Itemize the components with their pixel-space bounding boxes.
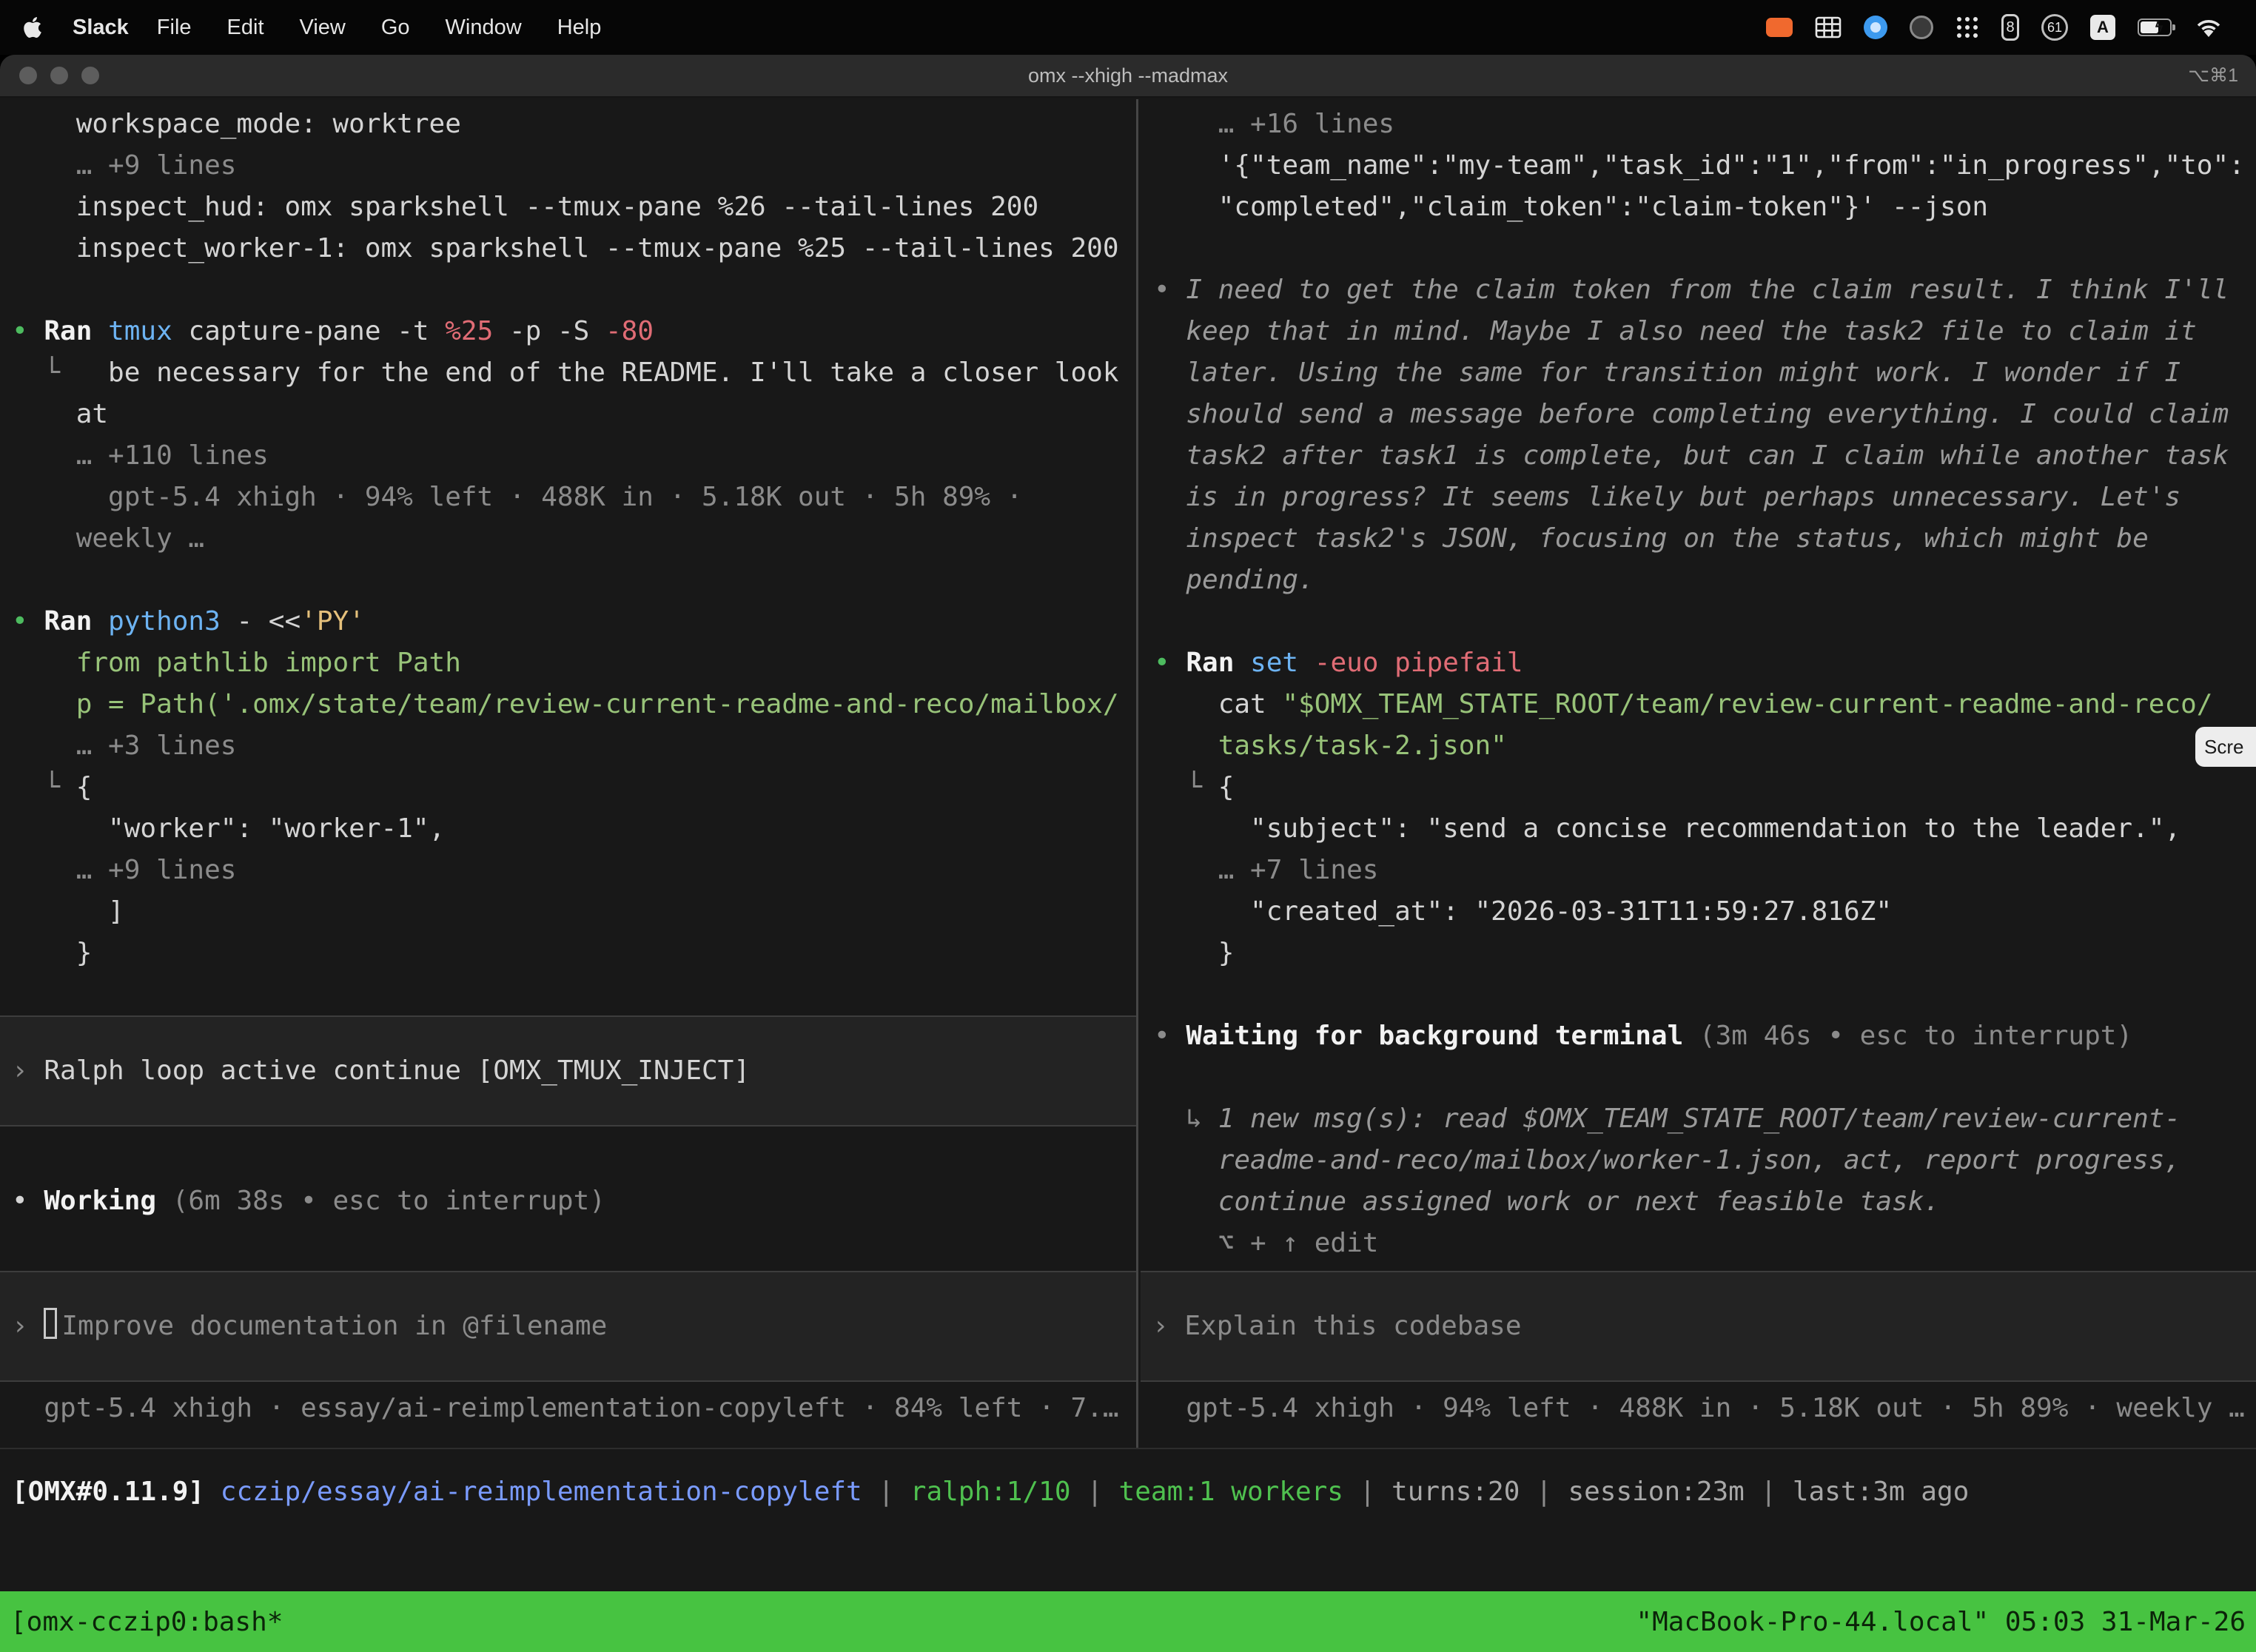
menu-window[interactable]: Window bbox=[428, 16, 540, 40]
left-composer-input[interactable]: › Improve documentation in @filename bbox=[12, 1306, 607, 1347]
left-queued-message: › Ralph loop active continue [OMX_TMUX_I… bbox=[12, 1050, 750, 1092]
apple-icon bbox=[22, 16, 43, 39]
keyboard-input-icon[interactable]: A bbox=[2090, 15, 2115, 40]
right-status-footer: gpt-5.4 xhigh · 94% left · 488K in · 5.1… bbox=[1154, 1388, 2245, 1429]
right-composer-box[interactable]: › Explain this codebase bbox=[1141, 1271, 2256, 1382]
menu-help[interactable]: Help bbox=[540, 16, 620, 40]
menu-go[interactable]: Go bbox=[363, 16, 428, 40]
right-composer-input[interactable]: › Explain this codebase bbox=[1152, 1306, 1522, 1347]
screen-overlay-tooltip: Scre bbox=[2195, 727, 2256, 767]
wifi-icon[interactable] bbox=[2194, 16, 2223, 38]
minimize-button[interactable] bbox=[50, 67, 68, 84]
blue-app-icon[interactable] bbox=[1864, 16, 1887, 39]
charging-bolt-icon: ϟ bbox=[2155, 19, 2163, 36]
right-pane-scrollback: … +16 lines '{"team_name":"my-team","tas… bbox=[1154, 104, 2245, 974]
right-queued-message: ↳ 1 new msg(s): read $OMX_TEAM_STATE_ROO… bbox=[1154, 1098, 2181, 1264]
left-composer-box[interactable]: › Improve documentation in @filename bbox=[0, 1271, 1136, 1382]
screen-recording-indicator[interactable] bbox=[1766, 18, 1793, 37]
right-waiting-status: • Waiting for background terminal (3m 46… bbox=[1154, 1015, 2132, 1057]
app-menu-slack[interactable]: Slack bbox=[73, 16, 129, 40]
battery-percentage-badge[interactable]: 61 bbox=[2041, 14, 2068, 41]
traffic-lights bbox=[19, 67, 99, 84]
battery-icon[interactable]: ϟ bbox=[2138, 19, 2172, 36]
omx-status-line: [OMX#0.11.9] cczip/essay/ai-reimplementa… bbox=[12, 1471, 1969, 1513]
left-queued-message-box: › Ralph loop active continue [OMX_TMUX_I… bbox=[0, 1015, 1136, 1126]
dots-grid-icon[interactable] bbox=[1955, 16, 1979, 39]
dark-app-icon[interactable] bbox=[1910, 16, 1933, 39]
window-shortcut-badge: ⌥⌘1 bbox=[2188, 64, 2238, 87]
menu-bar: Slack File Edit View Go Window Help 8 61… bbox=[0, 0, 2256, 55]
menu-file[interactable]: File bbox=[139, 16, 209, 40]
screen-overlay-text: Scre bbox=[2204, 736, 2243, 759]
left-status-footer: gpt-5.4 xhigh · essay/ai-reimplementatio… bbox=[12, 1388, 1119, 1429]
battery-tip bbox=[2172, 24, 2175, 30]
keyboard-input-label: A bbox=[2097, 18, 2109, 37]
table-grid-icon[interactable] bbox=[1815, 16, 1842, 38]
tmux-session-window: [omx-cczip0:bash* bbox=[10, 1607, 283, 1637]
window-titlebar[interactable]: omx --xhigh --madmax ⌥⌘1 bbox=[0, 55, 2256, 98]
battery-percentage-label: 61 bbox=[2047, 20, 2062, 36]
window-title: omx --xhigh --madmax bbox=[0, 64, 2256, 87]
phone-badge: 8 bbox=[2006, 19, 2014, 36]
close-button[interactable] bbox=[19, 67, 37, 84]
terminal-window: omx --xhigh --madmax ⌥⌘1 workspace_mode:… bbox=[0, 55, 2256, 1652]
left-working-status: • Working (6m 38s • esc to interrupt) bbox=[12, 1181, 605, 1222]
tmux-host-clock: "MacBook-Pro-44.local" 05:03 31-Mar-26 bbox=[1636, 1607, 2246, 1637]
tmux-status-bar: [omx-cczip0:bash* "MacBook-Pro-44.local"… bbox=[0, 1591, 2256, 1652]
phone-icon[interactable]: 8 bbox=[2001, 14, 2019, 41]
tmux-pane-right[interactable]: … +16 lines '{"team_name":"my-team","tas… bbox=[1141, 99, 2256, 1448]
terminal-content: workspace_mode: worktree … +9 lines insp… bbox=[0, 99, 2256, 1652]
menubar-status-icons: 8 61 A ϟ bbox=[1766, 14, 2234, 41]
menu-edit[interactable]: Edit bbox=[209, 16, 282, 40]
menu-view[interactable]: View bbox=[282, 16, 363, 40]
apple-menu[interactable] bbox=[22, 15, 44, 40]
left-pane-scrollback: workspace_mode: worktree … +9 lines insp… bbox=[12, 104, 1119, 974]
tmux-pane-left[interactable]: workspace_mode: worktree … +9 lines insp… bbox=[0, 99, 1138, 1448]
zoom-button[interactable] bbox=[81, 67, 99, 84]
pane-bottom-divider bbox=[0, 1448, 2256, 1449]
menu-items: File Edit View Go Window Help bbox=[139, 16, 620, 40]
